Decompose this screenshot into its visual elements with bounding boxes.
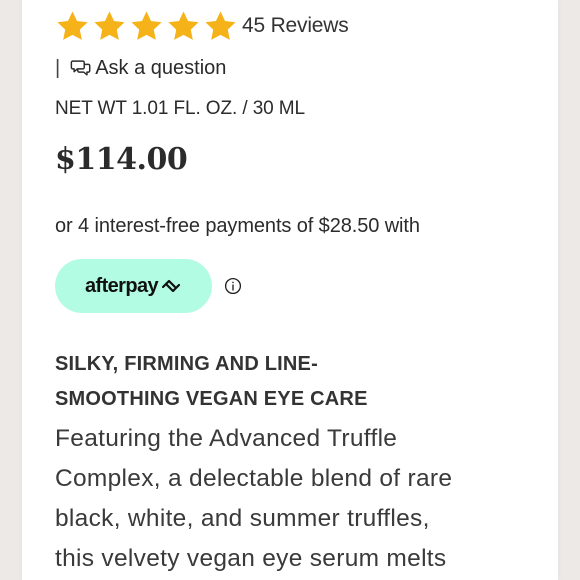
rating-row[interactable]: 45 Reviews bbox=[55, 8, 558, 44]
afterpay-row: afterpay bbox=[55, 259, 558, 313]
description-line: this velvety vegan eye serum melts bbox=[55, 545, 447, 572]
star-icon bbox=[94, 10, 125, 40]
product-headline: SILKY, FIRMING AND LINE- SMOOTHING VEGAN… bbox=[55, 347, 455, 417]
product-price: $114.00 bbox=[55, 142, 188, 177]
separator: | bbox=[55, 56, 61, 79]
chat-bubbles-icon bbox=[70, 60, 91, 76]
info-icon[interactable] bbox=[224, 277, 242, 295]
ask-question-link[interactable]: Ask a question bbox=[95, 57, 226, 80]
star-icon bbox=[205, 10, 236, 40]
net-weight: NET WT 1.01 FL. OZ. / 30 ML bbox=[55, 98, 306, 119]
star-rating bbox=[55, 9, 238, 44]
afterpay-label: afterpay bbox=[84, 274, 159, 297]
product-info: 45 Reviews | Ask a question NET WT 1.01 … bbox=[55, 8, 558, 579]
ask-question-row[interactable]: | Ask a question bbox=[55, 54, 558, 82]
star-icon bbox=[168, 10, 199, 40]
description-line: Complex, a delectable blend of rare bbox=[55, 465, 453, 492]
headline-line: SILKY, FIRMING AND LINE- bbox=[55, 353, 318, 375]
star-icon bbox=[131, 10, 162, 40]
description-line: Featuring the Advanced Truffle bbox=[55, 425, 398, 452]
description-line: black, white, and summer truffles, bbox=[55, 505, 430, 532]
reviews-count-link[interactable]: 45 Reviews bbox=[242, 14, 349, 38]
product-description: Featuring the Advanced Truffle Complex, … bbox=[55, 419, 535, 579]
afterpay-arrows-icon bbox=[161, 279, 181, 293]
headline-line: SMOOTHING VEGAN EYE CARE bbox=[55, 388, 368, 410]
star-icon bbox=[57, 10, 88, 40]
afterpay-badge[interactable]: afterpay bbox=[55, 259, 212, 313]
product-detail-card: 45 Reviews | Ask a question NET WT 1.01 … bbox=[22, 0, 558, 580]
installments-text: or 4 interest-free payments of $28.50 wi… bbox=[55, 215, 420, 237]
